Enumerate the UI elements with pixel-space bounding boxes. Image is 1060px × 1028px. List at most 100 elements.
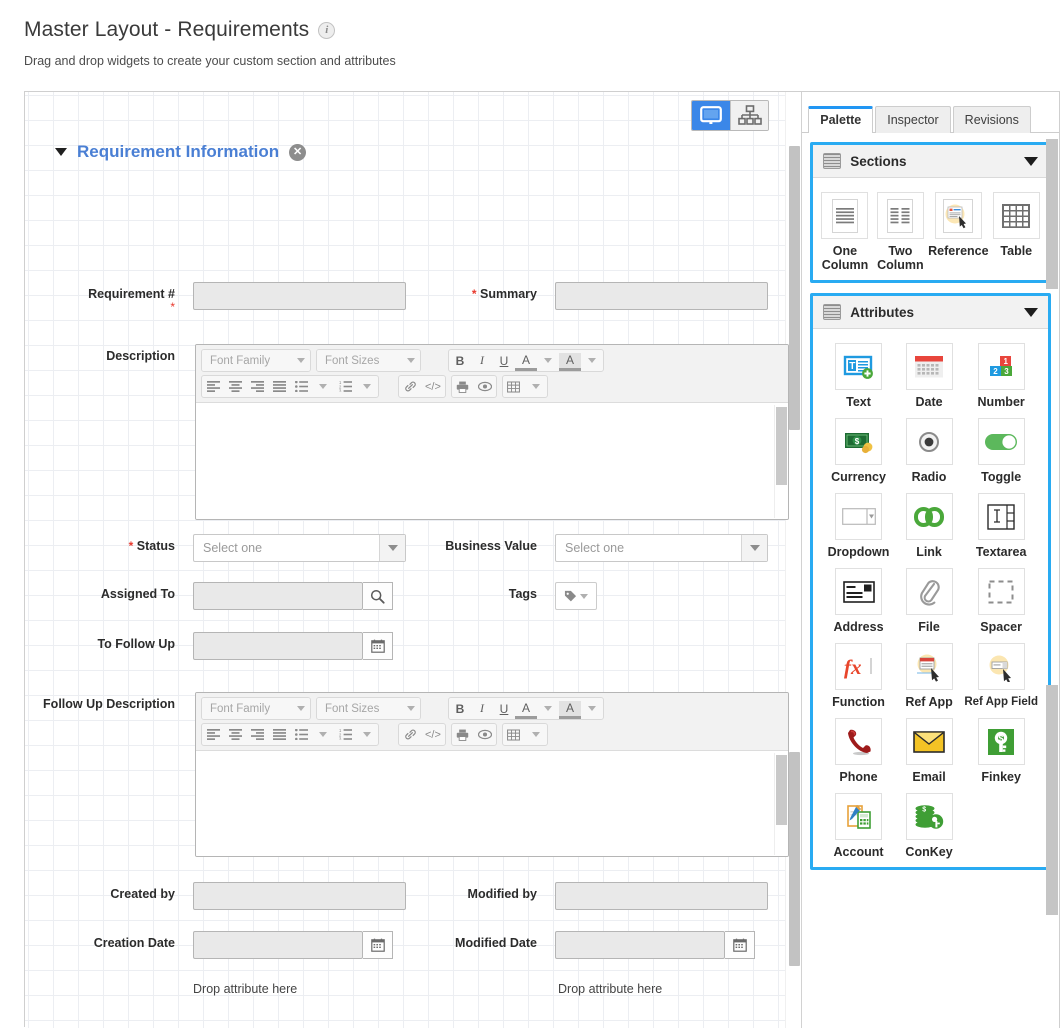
bullet-list-dropdown[interactable] bbox=[312, 376, 334, 397]
sitemap-view-button[interactable] bbox=[730, 101, 769, 130]
align-justify-button[interactable] bbox=[268, 376, 290, 397]
print-button[interactable] bbox=[452, 724, 474, 745]
desktop-view-button[interactable] bbox=[692, 101, 731, 130]
section-title[interactable]: Requirement Information bbox=[77, 142, 279, 162]
numbered-list-dropdown[interactable] bbox=[356, 724, 378, 745]
preview-button[interactable] bbox=[474, 376, 496, 397]
follow-up-editor-body[interactable] bbox=[196, 751, 788, 856]
layout-canvas[interactable]: Requirement Information ✕ Requirement # … bbox=[25, 92, 803, 1028]
bold-button[interactable]: B bbox=[449, 350, 471, 371]
widget-radio[interactable]: Radio bbox=[894, 418, 965, 484]
canvas-scrollbar-thumb-lower[interactable] bbox=[789, 752, 801, 966]
widget-reference[interactable]: Reference bbox=[928, 192, 989, 272]
chevron-down-icon[interactable] bbox=[1024, 156, 1038, 166]
widget-toggle[interactable]: Toggle bbox=[964, 418, 1038, 484]
source-code-button[interactable]: </> bbox=[421, 376, 445, 397]
info-icon[interactable]: i bbox=[318, 21, 336, 39]
description-editor-body[interactable] bbox=[196, 403, 788, 519]
widget-number[interactable]: 1 2 3 Number bbox=[964, 343, 1038, 409]
table-button[interactable] bbox=[503, 724, 525, 745]
font-size-select[interactable]: Font Sizes bbox=[316, 349, 421, 372]
tab-revisions[interactable]: Revisions bbox=[952, 106, 1031, 133]
bold-button[interactable]: B bbox=[449, 698, 471, 719]
widget-address[interactable]: Address bbox=[823, 568, 894, 634]
widget-date[interactable]: Date bbox=[894, 343, 965, 409]
underline-button[interactable]: U bbox=[493, 698, 515, 719]
modified-date-calendar-button[interactable] bbox=[725, 931, 755, 959]
creation-date-input[interactable] bbox=[193, 931, 363, 959]
background-color-dropdown[interactable] bbox=[581, 350, 603, 371]
chevron-down-icon[interactable] bbox=[741, 535, 767, 561]
print-button[interactable] bbox=[452, 376, 474, 397]
assigned-to-search-button[interactable] bbox=[363, 582, 393, 610]
created-by-input[interactable] bbox=[193, 882, 406, 910]
editor-scrollbar[interactable] bbox=[774, 405, 787, 518]
widget-phone[interactable]: Phone bbox=[823, 718, 894, 784]
tab-palette[interactable]: Palette bbox=[808, 106, 874, 133]
text-color-button[interactable]: A bbox=[515, 701, 537, 719]
underline-button[interactable]: U bbox=[493, 350, 515, 371]
widget-spacer[interactable]: Spacer bbox=[964, 568, 1038, 634]
chevron-down-icon[interactable] bbox=[1024, 307, 1038, 317]
canvas-scrollbar[interactable] bbox=[785, 92, 802, 1028]
source-code-button[interactable]: </> bbox=[421, 724, 445, 745]
description-rich-text-editor[interactable]: Font Family Font Sizes B I U A A 1 2 3 <… bbox=[195, 344, 789, 520]
widget-two-column[interactable]: Two Column bbox=[873, 192, 928, 272]
align-left-button[interactable] bbox=[202, 376, 224, 397]
business-value-dropdown[interactable]: Select one bbox=[555, 534, 768, 562]
widget-finkey[interactable]: $ Finkey bbox=[964, 718, 1038, 784]
numbered-list-button[interactable]: 123 bbox=[334, 376, 356, 397]
preview-button[interactable] bbox=[474, 724, 496, 745]
widget-one-column[interactable]: One Column bbox=[817, 192, 872, 272]
attributes-accordion-header[interactable]: Attributes bbox=[813, 296, 1048, 329]
requirement-number-input[interactable] bbox=[193, 282, 406, 310]
tags-button[interactable] bbox=[555, 582, 597, 610]
creation-date-calendar-button[interactable] bbox=[363, 931, 393, 959]
widget-text[interactable]: T Text bbox=[823, 343, 894, 409]
align-center-button[interactable] bbox=[224, 376, 246, 397]
modified-date-input[interactable] bbox=[555, 931, 725, 959]
bullet-list-dropdown[interactable] bbox=[312, 724, 334, 745]
table-dropdown[interactable] bbox=[525, 724, 547, 745]
text-color-dropdown[interactable] bbox=[537, 698, 559, 719]
link-button[interactable] bbox=[399, 724, 421, 745]
widget-textarea[interactable]: Textarea bbox=[964, 493, 1038, 559]
italic-button[interactable]: I bbox=[471, 350, 493, 371]
link-button[interactable] bbox=[399, 376, 421, 397]
widget-ref-app[interactable]: Ref App bbox=[894, 643, 965, 709]
align-justify-button[interactable] bbox=[268, 724, 290, 745]
section-remove-icon[interactable]: ✕ bbox=[289, 143, 307, 161]
dropzone-left-1[interactable]: Drop attribute here bbox=[193, 982, 297, 996]
status-dropdown[interactable]: Select one bbox=[193, 534, 406, 562]
align-right-button[interactable] bbox=[246, 724, 268, 745]
text-color-button[interactable]: A bbox=[515, 353, 537, 371]
align-right-button[interactable] bbox=[246, 376, 268, 397]
background-color-button[interactable]: A bbox=[559, 700, 581, 719]
widget-conkey[interactable]: $ ConKey bbox=[894, 793, 965, 859]
editor-scrollbar[interactable] bbox=[774, 753, 787, 855]
canvas-scrollbar-thumb-upper[interactable] bbox=[789, 146, 801, 430]
palette-scrollbar[interactable] bbox=[1046, 139, 1058, 1028]
to-follow-up-calendar-button[interactable] bbox=[363, 632, 393, 660]
widget-table[interactable]: Table bbox=[989, 192, 1044, 272]
text-color-dropdown[interactable] bbox=[537, 350, 559, 371]
bullet-list-button[interactable] bbox=[290, 376, 312, 397]
font-size-select[interactable]: Font Sizes bbox=[316, 697, 421, 720]
widget-email[interactable]: Email bbox=[894, 718, 965, 784]
background-color-button[interactable]: A bbox=[559, 352, 581, 371]
chevron-down-icon[interactable] bbox=[379, 535, 405, 561]
assigned-to-input[interactable] bbox=[193, 582, 363, 610]
sections-accordion-header[interactable]: Sections bbox=[813, 145, 1048, 178]
table-dropdown[interactable] bbox=[525, 376, 547, 397]
to-follow-up-input[interactable] bbox=[193, 632, 363, 660]
widget-link[interactable]: Link bbox=[894, 493, 965, 559]
align-center-button[interactable] bbox=[224, 724, 246, 745]
background-color-dropdown[interactable] bbox=[581, 698, 603, 719]
tab-inspector[interactable]: Inspector bbox=[875, 106, 951, 133]
dropzone-right-1[interactable]: Drop attribute here bbox=[558, 982, 662, 996]
summary-input[interactable] bbox=[555, 282, 768, 310]
follow-up-description-rich-text-editor[interactable]: Font Family Font Sizes B I U A A 1 2 3 <… bbox=[195, 692, 789, 857]
widget-account[interactable]: Account bbox=[823, 793, 894, 859]
device-view-toggle[interactable] bbox=[691, 100, 770, 131]
widget-file[interactable]: File bbox=[894, 568, 965, 634]
